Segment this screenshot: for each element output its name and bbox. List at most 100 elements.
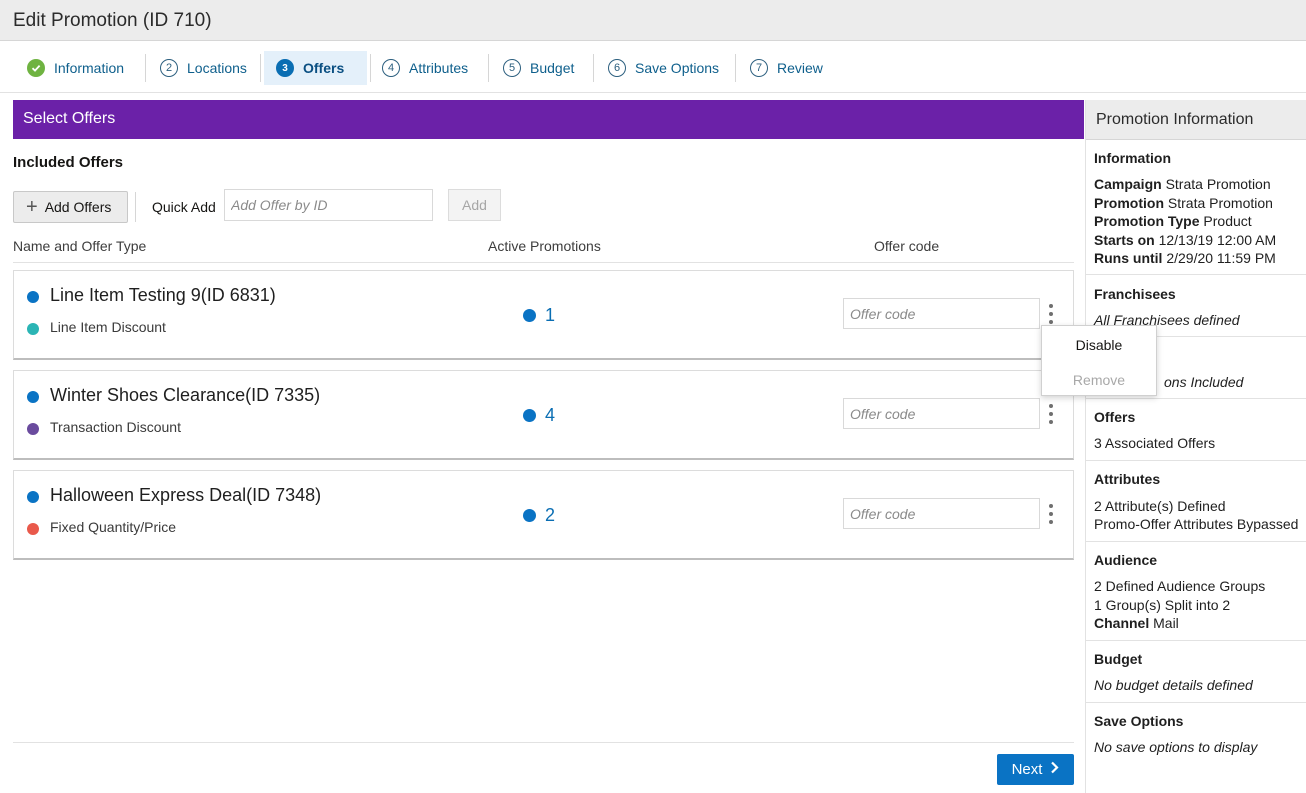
promotion-info-panel: Promotion Information Information Campai… (1085, 100, 1306, 793)
quick-add-label: Quick Add (152, 199, 216, 215)
tab-divider (593, 54, 594, 82)
tab-offers[interactable]: 3 Offers (264, 51, 367, 85)
step-number-icon: 4 (382, 59, 400, 77)
offer-name[interactable]: Winter Shoes Clearance(ID 7335) (50, 385, 320, 406)
save-options-text: No save options to display (1094, 739, 1258, 755)
more-actions-icon[interactable] (1046, 304, 1056, 324)
info-row-runs-until: Runs until 2/29/20 11:59 PM (1094, 250, 1276, 266)
add-button[interactable]: Add (448, 189, 501, 221)
included-offers-title: Included Offers (13, 154, 124, 171)
info-row-campaign: Campaign Strata Promotion (1094, 176, 1271, 192)
chevron-right-icon (1050, 761, 1059, 778)
page-title: Edit Promotion (ID 710) (13, 10, 212, 31)
step-number-icon: 3 (276, 59, 294, 77)
offer-status-dot (27, 291, 39, 303)
menu-item-disable[interactable]: Disable (1042, 337, 1156, 353)
offer-type: Transaction Discount (50, 419, 181, 435)
plus-icon: + (26, 196, 38, 218)
tab-label: Locations (187, 60, 247, 76)
panel-title: Promotion Information (1086, 100, 1306, 140)
active-promotions-dot (523, 409, 536, 422)
tab-label: Information (54, 60, 125, 76)
section-heading: Attributes (1094, 471, 1161, 487)
tab-label: Save Options (635, 60, 720, 76)
footer-divider (13, 742, 1074, 743)
offer-type-dot (27, 523, 39, 535)
active-promotions-dot (523, 309, 536, 322)
column-header-name: Name and Offer Type (13, 238, 147, 254)
offer-code-input[interactable] (843, 398, 1040, 429)
budget-text: No budget details defined (1094, 677, 1253, 693)
info-section-attributes: Attributes 2 Attribute(s) Defined Promo-… (1086, 461, 1306, 542)
header-divider (13, 262, 1074, 263)
active-promotions-count[interactable]: 2 (545, 505, 555, 526)
tab-divider (735, 54, 736, 82)
section-heading: Information (1094, 150, 1171, 166)
offer-type: Fixed Quantity/Price (50, 519, 177, 535)
column-header-code: Offer code (874, 238, 940, 254)
info-section-audience: Audience 2 Defined Audience Groups 1 Gro… (1086, 542, 1306, 641)
add-offers-button[interactable]: + Add Offers (13, 191, 128, 223)
tab-divider (260, 54, 261, 82)
step-number-icon: 2 (160, 59, 178, 77)
tab-divider (488, 54, 489, 82)
offer-code-input[interactable] (843, 298, 1040, 329)
menu-item-remove: Remove (1072, 372, 1126, 388)
attributes-line-2: Promo-Offer Attributes Bypassed (1094, 516, 1299, 532)
active-promotions-count[interactable]: 1 (545, 305, 555, 326)
offer-code-input[interactable] (843, 498, 1040, 529)
step-tabs: Information 2 Locations 3 Offers 4 Attri… (0, 41, 1306, 93)
step-number-icon: 7 (750, 59, 768, 77)
add-offers-label: Add Offers (44, 199, 112, 215)
section-heading: Franchisees (1094, 286, 1176, 302)
more-actions-icon[interactable] (1046, 504, 1056, 524)
step-number-icon: 5 (503, 59, 521, 77)
tab-save-options[interactable]: 6 Save Options (596, 51, 731, 85)
offer-row: Halloween Express Deal(ID 7348) Fixed Qu… (13, 470, 1074, 560)
section-heading: Audience (1094, 552, 1158, 568)
audience-line-2: 1 Group(s) Split into 2 (1094, 597, 1231, 613)
offer-type-dot (27, 323, 39, 335)
attributes-line-1: 2 Attribute(s) Defined (1094, 498, 1226, 514)
active-promotions-count[interactable]: 4 (545, 405, 555, 426)
section-heading: Save Options (1094, 713, 1184, 729)
tab-label: Attributes (409, 60, 469, 76)
offer-row: Winter Shoes Clearance(ID 7335) Transact… (13, 370, 1074, 460)
tab-budget[interactable]: 5 Budget (491, 51, 586, 85)
audience-line-1: 2 Defined Audience Groups (1094, 578, 1266, 594)
column-header-active: Active Promotions (488, 238, 601, 254)
offer-status-dot (27, 491, 39, 503)
info-section-save-options: Save Options No save options to display (1086, 703, 1306, 789)
quick-add-input[interactable] (224, 189, 433, 221)
check-icon (27, 59, 45, 77)
section-heading: Offers (1094, 409, 1136, 425)
section-header: Select Offers (13, 100, 1084, 139)
tab-label: Budget (530, 60, 575, 76)
offer-row: Line Item Testing 9(ID 6831) Line Item D… (13, 270, 1074, 360)
active-promotions-dot (523, 509, 536, 522)
offer-name[interactable]: Line Item Testing 9(ID 6831) (50, 285, 276, 306)
locations-text: ons Included (1164, 374, 1244, 390)
audience-channel: Channel Mail (1094, 615, 1179, 631)
title-bar: Edit Promotion (ID 710) (0, 0, 1306, 41)
offer-status-dot (27, 391, 39, 403)
info-row-promotion-type: Promotion Type Product (1094, 213, 1252, 229)
toolbar-divider (135, 192, 136, 222)
tab-information[interactable]: Information (15, 51, 136, 85)
more-actions-icon[interactable] (1046, 404, 1056, 424)
tab-label: Review (777, 60, 823, 76)
next-button[interactable]: Next (997, 754, 1074, 785)
offers-text: 3 Associated Offers (1094, 435, 1216, 451)
info-row-starts-on: Starts on 12/13/19 12:00 AM (1094, 232, 1277, 248)
tab-divider (145, 54, 146, 82)
next-label: Next (1011, 761, 1043, 778)
tab-locations[interactable]: 2 Locations (148, 51, 259, 85)
offer-name[interactable]: Halloween Express Deal(ID 7348) (50, 485, 321, 506)
info-section-information: Information Campaign Strata Promotion Pr… (1086, 140, 1306, 275)
step-number-icon: 6 (608, 59, 626, 77)
tab-attributes[interactable]: 4 Attributes (370, 51, 480, 85)
tab-review[interactable]: 7 Review (738, 51, 835, 85)
info-row-promotion: Promotion Strata Promotion (1094, 195, 1273, 211)
info-section-budget: Budget No budget details defined (1086, 641, 1306, 703)
offer-type: Line Item Discount (50, 319, 166, 335)
